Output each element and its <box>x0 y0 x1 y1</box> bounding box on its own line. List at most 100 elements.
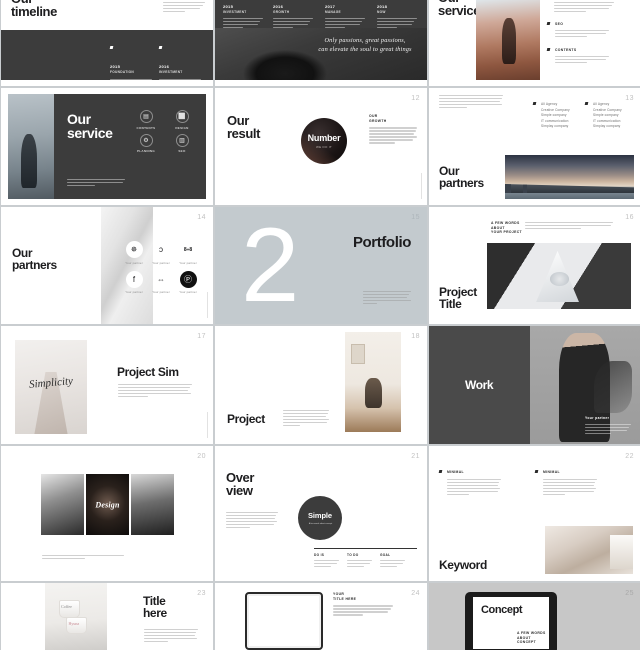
gallery-image-2: Design <box>86 474 129 535</box>
title-line-1: Our <box>227 113 249 128</box>
project-description <box>283 409 329 426</box>
slide-keyword[interactable]: 22 MINIMAL MINIMAL Keyword <box>429 446 640 581</box>
image-gallery: Design <box>41 474 174 535</box>
bullet-label: SEO <box>555 22 564 26</box>
page-title: Concept <box>481 604 523 616</box>
partner-logo-item[interactable]: ✵ Your partner <box>121 241 147 265</box>
milestone-text <box>377 18 417 29</box>
hands-photo: Simplicity <box>15 340 87 434</box>
service-item-label: PLANNING <box>136 149 156 153</box>
kicker-line-3: YOUR PROJECT <box>491 230 522 235</box>
service-item-contents[interactable]: ▤ CONTENTS <box>132 110 160 130</box>
slide-our-service-light[interactable]: Our service SEO CONTENTS <box>429 0 640 86</box>
timeline-header: Our timeline <box>1 0 213 30</box>
kicker-line-3: CONCEPT <box>517 640 537 645</box>
partner-logo-item[interactable]: ⇔ Your partner <box>148 270 174 294</box>
slide-our-timeline[interactable]: Our timeline 2015 FOUNDATION 2016 <box>1 0 213 86</box>
flag-icon <box>109 46 114 49</box>
side-rule <box>421 173 422 199</box>
milestone-2: 2017 MANAGE <box>325 4 365 29</box>
page-title: Portfolio <box>352 234 411 251</box>
project-kicker: A FEW WORDS ABOUT YOUR PROJECT <box>491 221 522 235</box>
page-title: Our partners <box>439 164 484 189</box>
milestone-text <box>223 18 263 29</box>
table-rule <box>314 547 417 549</box>
milestone-label: MANAGE <box>325 10 341 14</box>
slide-number: 18 <box>411 333 420 340</box>
tablet-screen: Concept A FEW WORDS ABOUT CONCEPT <box>473 597 549 649</box>
partner-name: Simplay company <box>593 124 621 129</box>
page-title: Project Sim <box>117 365 179 379</box>
slide-project[interactable]: 18 Project <box>215 326 427 444</box>
keyword-block-2: MINIMAL <box>534 470 597 495</box>
title-line-2: here <box>143 606 167 621</box>
service-item-seo[interactable]: ▥ SEO <box>168 133 196 153</box>
slide-our-service-dark[interactable]: Our service ▤ CONTENTS ⬜ DESIGN ⚙ PLANNI… <box>1 88 213 205</box>
page-title: Our partners <box>12 247 57 272</box>
gallery-caption <box>42 554 124 559</box>
partner-logo-2-icon: ɔ <box>152 241 170 258</box>
service-item-label: DESIGN <box>175 125 189 130</box>
milestone-3: 2018 NOW <box>377 4 417 29</box>
partner-column-1: All Agency Creative Company Simple compa… <box>532 102 570 130</box>
slide-timeline-quote[interactable]: 2015 INVESTMENT 2016 GROWTH 2017 MANAGE <box>215 0 427 86</box>
slide-our-partners-bridge[interactable]: 13 All Agency Creative Company Simple co… <box>429 88 640 205</box>
flag-icon <box>546 22 551 25</box>
partners-intro <box>439 95 503 109</box>
growth-block: OUR GROWTH <box>369 114 417 144</box>
table-column: GOAL <box>380 553 405 567</box>
tablet-mockup-dark: Concept A FEW WORDS ABOUT CONCEPT <box>465 592 557 650</box>
page-title: Title here <box>143 595 167 621</box>
kicker-line-2: TITLE HERE <box>333 596 357 601</box>
page-title: Over view <box>226 471 254 498</box>
script-word: Design <box>95 500 120 509</box>
bullet-label: CONTENTS <box>555 48 577 52</box>
milestone-year: 2018 <box>377 4 388 9</box>
slide-number: 12 <box>411 95 420 102</box>
partner-name: Simplay company <box>541 124 569 129</box>
slide-number: 13 <box>625 95 634 102</box>
slide-number: 22 <box>625 453 634 460</box>
slide-project-title[interactable]: 16 A FEW WORDS ABOUT YOUR PROJECT Projec… <box>429 207 640 324</box>
slide-work[interactable]: Work Your partner <box>429 326 640 444</box>
bullet-seo: SEO <box>546 22 609 37</box>
kicker-line-1: A FEW WORDS <box>517 631 546 635</box>
partner-logo-label: Your partner <box>152 290 170 294</box>
partner-logo-item[interactable]: ɔ Your partner <box>148 241 174 265</box>
title-line-2: view <box>226 483 253 499</box>
slide-our-result[interactable]: 12 Our result Number WE DO IT OUR GROWTH <box>215 88 427 205</box>
service-item-design[interactable]: ⬜ DESIGN <box>168 110 196 130</box>
slide-number: 14 <box>197 214 206 221</box>
slide-our-partners-logos[interactable]: 14 Our partners ✵ Your partner ɔ Your pa… <box>1 207 213 324</box>
partner-logo-label: Your partner <box>179 290 197 294</box>
cup-label-2: Hyuna <box>68 620 80 626</box>
flag-icon <box>158 46 163 49</box>
bullet-contents: CONTENTS <box>546 48 609 63</box>
slide-portfolio-divider[interactable]: 15 2 Portfolio <box>215 207 427 324</box>
slide-number: 16 <box>625 214 634 221</box>
slide-number: 15 <box>411 214 420 221</box>
side-rule <box>207 412 208 438</box>
tablet-mockup-light <box>245 592 323 650</box>
slide-overview[interactable]: 21 Over view Simple A few words about co… <box>215 446 427 581</box>
partner-logo-item[interactable]: f Your partner <box>121 270 147 294</box>
circle-title: Number <box>307 133 341 143</box>
milestone-label: INVESTMENT <box>223 10 247 14</box>
milestone-text <box>110 79 152 86</box>
slide-number: 25 <box>625 590 634 597</box>
quote-line-2: can elevate the soul to great things <box>318 45 412 53</box>
slide-design-gallery[interactable]: 20 Design <box>1 446 213 581</box>
service-item-label: CONTENTS <box>136 125 156 130</box>
abstract-photo <box>487 243 631 309</box>
service-item-planning[interactable]: ⚙ PLANNING <box>132 133 160 153</box>
partner-logo-item[interactable]: Ⓟ Your partner <box>175 270 201 294</box>
partner-logo-label: Your partner <box>179 260 197 265</box>
slide-project-sim[interactable]: 17 Simplicity Project Sim <box>1 326 213 444</box>
partner-logo-label: Your partner <box>125 260 143 265</box>
milestone-year: 2017 <box>325 4 336 9</box>
milestone-year: 2016 <box>273 4 284 9</box>
page-title: Our service <box>438 0 480 18</box>
circle-subtitle: WE DO IT <box>315 145 333 149</box>
partner-logo-label: Your partner <box>125 290 143 294</box>
partner-logo-item[interactable]: 8÷8 Your partner <box>175 241 201 265</box>
